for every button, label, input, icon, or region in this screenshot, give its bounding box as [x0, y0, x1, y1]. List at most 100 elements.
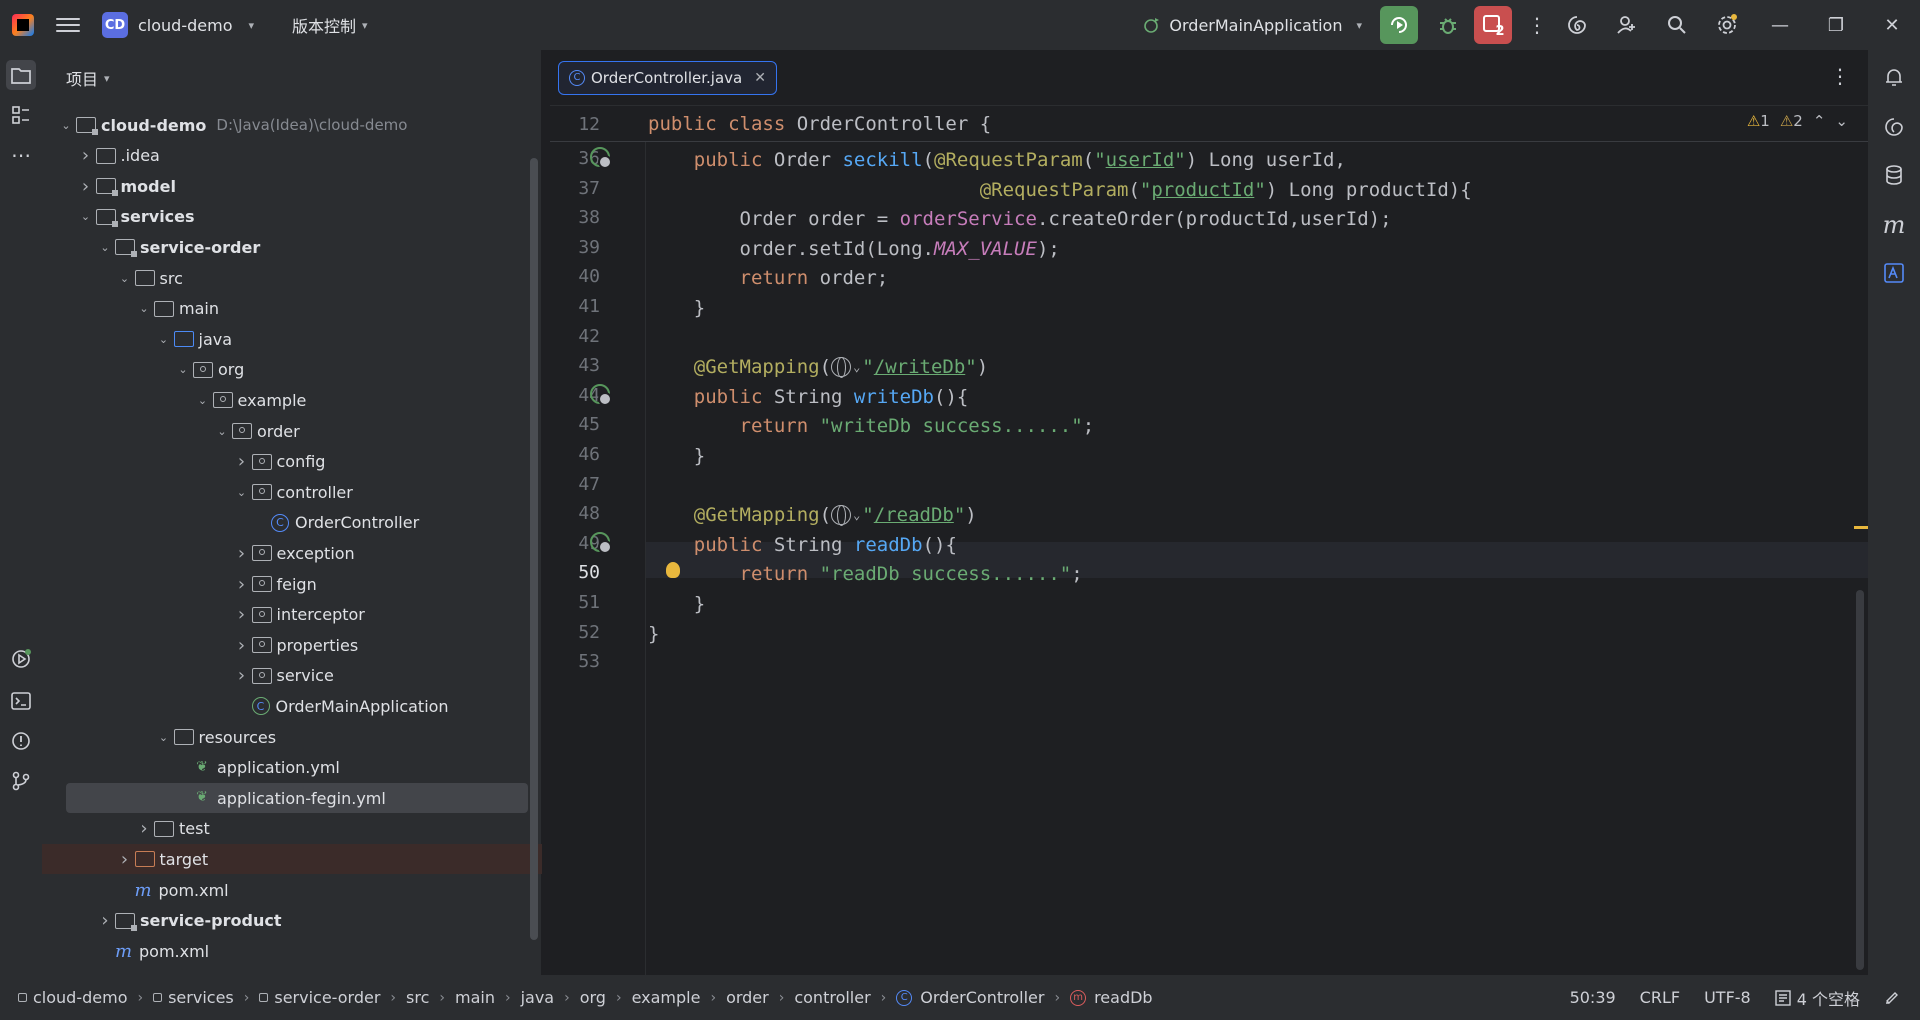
tree-item[interactable]: › config [42, 447, 522, 477]
tree-item[interactable]: › test [42, 814, 522, 844]
translate-icon[interactable] [1879, 258, 1909, 288]
tree-item[interactable]: C OrderMainApplication [42, 691, 522, 721]
inspection-widget[interactable]: ⚠1 ⚠2 ⌃ ⌄ [1747, 112, 1848, 130]
add-user-icon[interactable] [1602, 0, 1652, 50]
settings-gear-icon[interactable] [1702, 0, 1752, 50]
rerun-button[interactable] [1380, 6, 1418, 44]
tree-item[interactable]: › service [42, 661, 522, 691]
chevron-down-icon[interactable]: ⌄ [193, 394, 213, 407]
tree-item[interactable]: ⌄ controller [42, 477, 522, 507]
chevron-down-icon[interactable]: ⌄ [56, 119, 76, 132]
chevron-down-icon[interactable]: ⌄ [173, 363, 193, 376]
tree-scrollbar[interactable] [530, 158, 538, 940]
line-number[interactable]: 45 [550, 414, 600, 435]
line-number[interactable]: 37 [550, 178, 600, 199]
main-menu-icon[interactable] [56, 13, 80, 37]
search-icon[interactable] [1652, 0, 1702, 50]
tree-item[interactable]: ⌄ cloud-demo D:\Java(Idea)\cloud-demo [42, 110, 522, 140]
tree-item[interactable]: ⌄ example [42, 385, 522, 415]
tree-item[interactable]: › service-product [42, 906, 522, 936]
tree-item[interactable]: ⌄ resources [42, 722, 522, 752]
endpoint-gutter-icon[interactable] [590, 383, 612, 406]
breadcrumb-item[interactable]: C OrderController [896, 988, 1044, 1007]
services-tool-icon[interactable] [6, 644, 36, 674]
chevron-right-icon[interactable]: › [95, 910, 115, 931]
indent-setting[interactable]: 4 个空格 [1775, 986, 1860, 1010]
line-number[interactable]: 47 [550, 474, 600, 495]
terminal-tool-icon[interactable] [6, 686, 36, 716]
chevron-right-icon[interactable]: › [76, 176, 96, 197]
endpoint-gutter-icon[interactable] [590, 147, 612, 169]
tree-item[interactable]: ❦ application-fegin.yml [66, 783, 528, 814]
notifications-bell-icon[interactable] [1879, 62, 1909, 92]
line-number[interactable]: 38 [550, 207, 600, 228]
chevron-right-icon[interactable]: › [232, 543, 252, 564]
chevron-down-icon[interactable]: ⌄ [95, 241, 115, 254]
breadcrumb-item[interactable]: src [406, 988, 429, 1007]
tree-item[interactable]: › .idea [42, 141, 522, 171]
endpoint-globe-icon[interactable] [831, 357, 852, 379]
line-number[interactable]: 48 [550, 503, 600, 524]
line-number[interactable]: 41 [550, 296, 600, 317]
structure-tool-icon[interactable] [6, 100, 36, 130]
tree-item[interactable]: ⌄ order [42, 416, 522, 446]
chevron-down-icon[interactable]: ⌄ [134, 302, 154, 315]
tree-item[interactable]: C OrderController [42, 508, 522, 538]
line-number[interactable]: 40 [550, 266, 600, 287]
tree-item[interactable]: ⌄ main [42, 294, 522, 324]
restore-button[interactable]: ❐ [1808, 0, 1864, 50]
line-number[interactable]: 52 [550, 622, 600, 643]
chevron-down-icon[interactable]: ⌄ [1835, 112, 1848, 130]
more-tools-icon[interactable]: ⋯ [6, 140, 36, 170]
maven-icon[interactable]: m [1879, 210, 1909, 240]
chevron-up-icon[interactable]: ⌃ [1813, 112, 1826, 130]
project-selector[interactable]: CD cloud-demo ▾ [102, 12, 254, 38]
breadcrumb-item[interactable]: m readDb [1070, 988, 1153, 1007]
breadcrumb-item[interactable]: org [580, 988, 606, 1007]
tree-item[interactable]: › target [42, 844, 542, 875]
line-number[interactable]: 43 [550, 355, 600, 376]
chevron-right-icon[interactable]: › [232, 665, 252, 686]
breadcrumb-item[interactable]: java [521, 988, 555, 1007]
project-tool-icon[interactable] [6, 60, 36, 90]
chevron-down-icon[interactable]: ⌄ [853, 508, 860, 522]
chevron-right-icon[interactable]: › [232, 604, 252, 625]
tree-item[interactable]: ⌄ src [42, 263, 522, 293]
database-icon[interactable] [1879, 160, 1909, 190]
minimize-button[interactable]: — [1752, 0, 1808, 50]
run-config-selector[interactable]: OrderMainApplication ▾ [1143, 16, 1362, 35]
close-icon[interactable]: ✕ [754, 70, 766, 86]
problems-tool-icon[interactable] [6, 726, 36, 756]
breadcrumb-item[interactable]: main [455, 988, 495, 1007]
file-encoding[interactable]: UTF-8 [1704, 988, 1751, 1007]
chevron-right-icon[interactable]: › [134, 818, 154, 839]
editor-more-icon[interactable]: ⋮ [1830, 64, 1850, 88]
git-tool-icon[interactable] [6, 766, 36, 796]
caret-position[interactable]: 50:39 [1570, 988, 1616, 1007]
line-number[interactable]: 42 [550, 326, 600, 347]
tree-item[interactable]: m pom.xml [42, 875, 522, 905]
vcs-menu[interactable]: 版本控制 ▾ [292, 13, 368, 37]
breadcrumb-item[interactable]: example [632, 988, 701, 1007]
close-window-button[interactable]: ✕ [1864, 0, 1920, 50]
chevron-right-icon[interactable]: › [232, 574, 252, 595]
chevron-down-icon[interactable]: ⌄ [154, 333, 174, 346]
chevron-right-icon[interactable]: › [115, 849, 135, 870]
breadcrumb-item[interactable]: controller [794, 988, 870, 1007]
tree-item[interactable]: ⌄ services [42, 202, 522, 232]
line-number[interactable]: 39 [550, 237, 600, 258]
chevron-right-icon[interactable]: › [76, 145, 96, 166]
tree-item[interactable]: ⌄ service-order [42, 232, 522, 262]
read-only-lock-icon[interactable] [1884, 988, 1900, 1008]
breadcrumb-item[interactable]: services [153, 988, 234, 1007]
endpoint-globe-icon[interactable] [831, 505, 852, 527]
code-view[interactable]: public Order seckill(@RequestParam(" user… [646, 106, 1868, 975]
tree-item[interactable]: ⌄ java [42, 324, 522, 354]
tree-item[interactable]: › feign [42, 569, 522, 599]
chevron-right-icon[interactable]: › [232, 635, 252, 656]
tree-item[interactable]: m pom.xml [42, 936, 522, 966]
ai-chat-icon[interactable] [1879, 112, 1909, 142]
editor-scrollbar[interactable] [1856, 590, 1864, 970]
ai-assistant-icon[interactable] [1552, 0, 1602, 50]
chevron-down-icon[interactable]: ⌄ [853, 360, 860, 374]
